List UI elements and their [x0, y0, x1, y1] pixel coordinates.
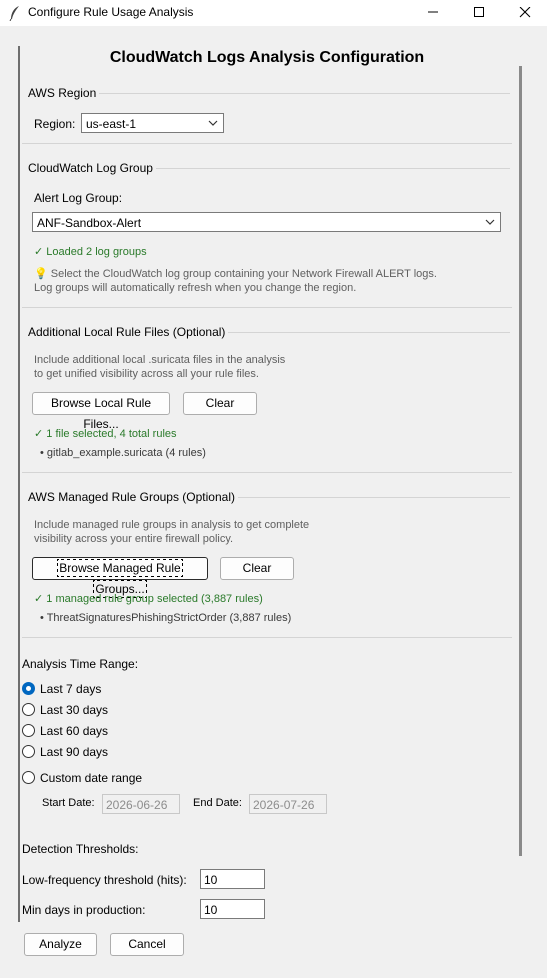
log-group-help-line1: 💡 Select the CloudWatch log group contai… — [34, 268, 437, 280]
region-select[interactable]: us-east-1 — [81, 113, 224, 133]
clear-local-rules-button[interactable]: Clear — [183, 392, 257, 415]
local-rules-group-title: Additional Local Rule Files (Optional) — [28, 325, 229, 339]
start-date-label: Start Date: — [42, 797, 95, 809]
min-days-production-value: 10 — [204, 903, 218, 917]
start-date-value: 2026-06-26 — [106, 798, 168, 812]
alert-log-group-value: ANF-Sandbox-Alert — [37, 216, 142, 230]
maximize-icon — [474, 7, 484, 17]
analyze-button[interactable]: Analyze — [24, 933, 97, 956]
vertical-scrollbar[interactable] — [519, 66, 522, 856]
local-rules-help-line1: Include additional local .suricata files… — [34, 354, 286, 366]
local-rules-list-item: • gitlab_example.suricata (4 rules) — [40, 447, 206, 459]
log-group-title: CloudWatch Log Group — [28, 161, 156, 175]
managed-rules-list-item: • ThreatSignaturesPhishingStrictOrder (3… — [40, 612, 292, 624]
managed-rules-help-line2: visibility across your entire firewall p… — [34, 533, 234, 545]
cancel-button[interactable]: Cancel — [110, 933, 184, 956]
radio-label[interactable]: Last 30 days — [40, 703, 108, 717]
end-date-input[interactable]: 2026-07-26 — [249, 794, 327, 814]
radio-indicator[interactable] — [22, 703, 35, 716]
section-divider — [22, 307, 512, 308]
close-button[interactable] — [502, 0, 547, 26]
region-value: us-east-1 — [86, 117, 137, 131]
radio-label[interactable]: Last 90 days — [40, 745, 108, 759]
end-date-label: End Date: — [193, 797, 242, 809]
section-divider — [22, 472, 512, 473]
browse-managed-rules-button[interactable]: Browse Managed Rule Groups... — [32, 557, 208, 598]
log-group-help-line2: Log groups will automatically refresh wh… — [34, 282, 357, 294]
browse-managed-rules-label: Browse Managed Rule Groups... — [57, 559, 183, 598]
min-days-production-label: Min days in production: — [22, 903, 146, 917]
low-frequency-threshold-label: Low-frequency threshold (hits): — [22, 873, 187, 887]
managed-rules-group-title: AWS Managed Rule Groups (Optional) — [28, 490, 238, 504]
chevron-down-icon — [485, 219, 495, 225]
content-frame-border — [18, 46, 20, 922]
radio-label[interactable]: Last 7 days — [40, 682, 101, 696]
managed-rules-help-line1: Include managed rule groups in analysis … — [34, 519, 310, 531]
window-title: Configure Rule Usage Analysis — [28, 5, 194, 19]
title-bar[interactable]: Configure Rule Usage Analysis — [0, 0, 547, 26]
alert-log-group-label: Alert Log Group: — [34, 191, 123, 205]
region-group-title: AWS Region — [28, 86, 100, 100]
radio-indicator[interactable] — [22, 682, 35, 695]
close-icon — [519, 7, 531, 18]
section-divider — [22, 143, 512, 144]
radio-label[interactable]: Custom date range — [40, 771, 142, 785]
alert-log-group-select[interactable]: ANF-Sandbox-Alert — [32, 212, 501, 232]
thresholds-label: Detection Thresholds: — [22, 842, 139, 856]
group-separator — [28, 93, 510, 94]
log-group-status: ✓ Loaded 2 log groups — [34, 246, 147, 258]
clear-managed-rules-button[interactable]: Clear — [220, 557, 294, 580]
min-days-production-input[interactable]: 10 — [200, 899, 265, 919]
chevron-down-icon — [208, 120, 218, 126]
region-label: Region: — [34, 117, 76, 131]
section-divider — [22, 637, 512, 638]
low-frequency-threshold-input[interactable]: 10 — [200, 869, 265, 889]
maximize-button[interactable] — [456, 0, 502, 26]
browse-local-rules-button[interactable]: Browse Local Rule Files... — [32, 392, 170, 431]
minimize-button[interactable] — [410, 0, 456, 26]
minimize-icon — [428, 11, 438, 13]
radio-indicator[interactable] — [22, 771, 35, 784]
start-date-input[interactable]: 2026-06-26 — [102, 794, 180, 814]
radio-label[interactable]: Last 60 days — [40, 724, 108, 738]
radio-indicator[interactable] — [22, 724, 35, 737]
radio-indicator[interactable] — [22, 745, 35, 758]
local-rules-status: ✓ 1 file selected, 4 total rules — [34, 428, 177, 440]
page-title: CloudWatch Logs Analysis Configuration — [109, 49, 425, 66]
low-frequency-threshold-value: 10 — [204, 873, 218, 887]
managed-rules-status: ✓ 1 managed rule group selected (3,887 r… — [34, 593, 263, 605]
end-date-value: 2026-07-26 — [253, 798, 315, 812]
local-rules-help-line2: to get unified visibility across all you… — [34, 368, 259, 380]
feather-icon — [9, 6, 19, 21]
time-range-label: Analysis Time Range: — [22, 657, 139, 671]
